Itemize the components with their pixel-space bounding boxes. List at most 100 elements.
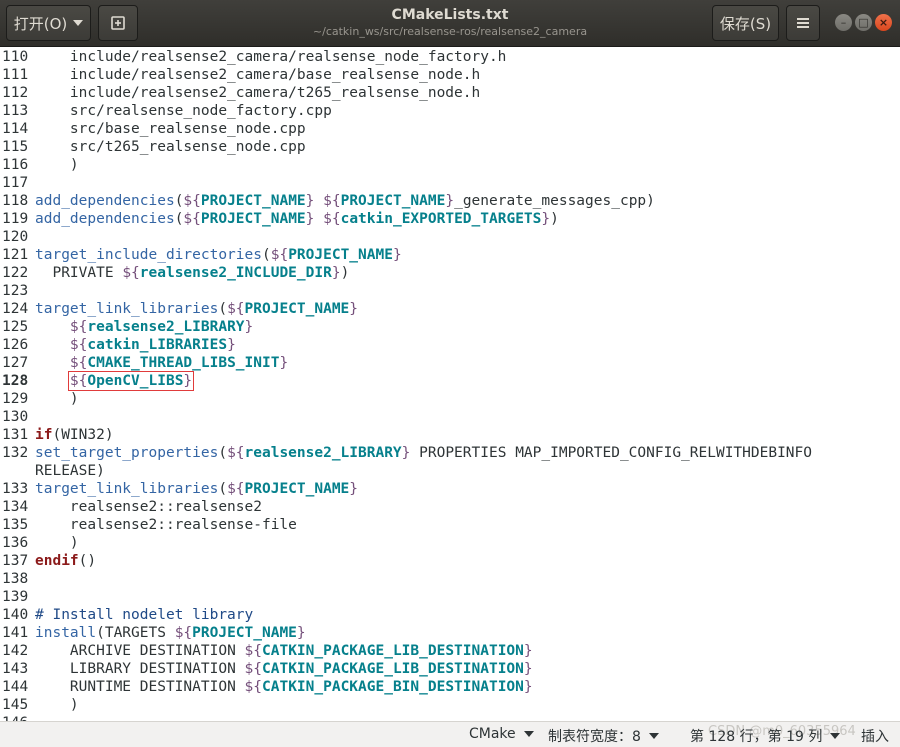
code-line[interactable]: 124 target_link_libraries(${PROJECT_NAME}	[0, 300, 812, 318]
code-line[interactable]: 128 ${OpenCV_LIBS}	[0, 371, 812, 391]
code-line[interactable]: 136 )	[0, 534, 812, 552]
code-line[interactable]: 146	[0, 714, 812, 721]
variable-close: }	[227, 337, 236, 353]
cmake-variable: ${PROJECT_NAME}	[271, 247, 402, 263]
variable-name: PROJECT_NAME	[340, 193, 446, 209]
new-document-button[interactable]	[98, 5, 138, 41]
open-button[interactable]: 打开(O)	[6, 5, 91, 41]
variable-open: ${	[227, 301, 245, 317]
line-number: 145	[2, 697, 29, 713]
language-selector[interactable]: CMake	[469, 726, 534, 742]
variable-close: }	[296, 625, 306, 641]
variable-name: realsense2_INCLUDE_DIR	[139, 265, 332, 281]
code-line[interactable]: 139	[0, 588, 812, 606]
code-line[interactable]: 133 target_link_libraries(${PROJECT_NAME}	[0, 480, 812, 498]
line-number: 133	[2, 481, 29, 497]
code-line[interactable]: 112 include/realsense2_camera/t265_reals…	[0, 84, 812, 102]
line-number: 113	[2, 103, 29, 119]
open-button-label: 打开(O)	[13, 14, 68, 33]
cmake-variable: ${CATKIN_PACKAGE_BIN_DESTINATION}	[245, 679, 533, 695]
line-number: 119	[2, 211, 29, 227]
code-line[interactable]: 143 LIBRARY DESTINATION ${CATKIN_PACKAGE…	[0, 660, 812, 678]
code-line[interactable]: 140 # Install nodelet library	[0, 606, 812, 624]
cursor-position-selector[interactable]: 第 128 行，第 19 列	[690, 726, 841, 746]
code-line[interactable]: 120	[0, 228, 812, 246]
line-number: 131	[2, 427, 29, 443]
line-number: 127	[2, 355, 29, 371]
menu-button[interactable]	[786, 5, 820, 41]
code-line[interactable]: 121 target_include_directories(${PROJECT_…	[0, 246, 812, 264]
code-line[interactable]: 135 realsense2::realsense-file	[0, 516, 812, 534]
variable-name: PROJECT_NAME	[244, 301, 350, 317]
cmake-command: target_link_libraries	[35, 481, 219, 497]
code-line[interactable]: 111 include/realsense2_camera/base_reals…	[0, 66, 812, 84]
close-icon[interactable]: ×	[875, 14, 892, 31]
code-token: include/realsense2_camera/realsense_node…	[69, 49, 507, 65]
line-number: 115	[2, 139, 29, 155]
code-line[interactable]: 125 ${realsense2_LIBRARY}	[0, 318, 812, 336]
variable-open: ${	[323, 211, 341, 227]
code-line[interactable]: 142 ARCHIVE DESTINATION ${CATKIN_PACKAGE…	[0, 642, 812, 660]
tab-width-selector[interactable]: 制表符宽度：8	[548, 726, 659, 746]
code-token: src/realsense_node_factory.cpp	[69, 103, 332, 119]
maximize-icon[interactable]: □	[855, 14, 872, 31]
variable-name: catkin_LIBRARIES	[87, 337, 228, 353]
code-token: )	[340, 265, 350, 281]
code-line[interactable]: 129 )	[0, 390, 812, 408]
code-line[interactable]: 115 src/t265_realsense_node.cpp	[0, 138, 812, 156]
line-number: 146	[0, 714, 35, 721]
code-lines: 110 include/realsense2_camera/realsense_…	[0, 48, 812, 721]
code-line[interactable]: 113 src/realsense_node_factory.cpp	[0, 102, 812, 120]
code-line[interactable]: 122 PRIVATE ${realsense2_INCLUDE_DIR})	[0, 264, 812, 282]
chevron-down-icon	[830, 733, 841, 739]
save-button[interactable]: 保存(S)	[712, 5, 779, 41]
code-line[interactable]: 127 ${CMAKE_THREAD_LIBS_INIT}	[0, 354, 812, 372]
code-editor[interactable]: 110 include/realsense2_camera/realsense_…	[0, 47, 900, 721]
code-line[interactable]: 130	[0, 408, 812, 426]
code-line[interactable]: 141 install(TARGETS ${PROJECT_NAME}	[0, 624, 812, 642]
line-number: 116	[2, 157, 29, 173]
code-line[interactable]: 110 include/realsense2_camera/realsense_…	[0, 48, 812, 66]
variable-name: PROJECT_NAME	[244, 481, 350, 497]
code-line[interactable]: 134 realsense2::realsense2	[0, 498, 812, 516]
cursor-position-label: 第 128 行，第 19 列	[690, 729, 823, 745]
cmake-variable: ${realsense2_INCLUDE_DIR}	[122, 265, 340, 281]
variable-name: PROJECT_NAME	[200, 211, 306, 227]
code-line[interactable]: 126 ${catkin_LIBRARIES}	[0, 336, 812, 354]
line-number: 110	[2, 49, 29, 65]
variable-open: ${	[183, 211, 201, 227]
line-number: 132	[2, 445, 29, 461]
variable-name: PROJECT_NAME	[200, 193, 306, 209]
variable-name: realsense2_LIBRARY	[87, 319, 245, 335]
code-line[interactable]: 145 )	[0, 696, 812, 714]
code-line[interactable]: 131 if(WIN32)	[0, 426, 812, 444]
code-token: _generate_messages_cpp	[454, 193, 647, 209]
code-line[interactable]: 137 endif()	[0, 552, 812, 570]
code-line[interactable]: 144 RUNTIME DESTINATION ${CATKIN_PACKAGE…	[0, 678, 812, 696]
line-number: 126	[2, 337, 29, 353]
line-number: 138	[2, 571, 29, 587]
code-line[interactable]: 119 add_dependencies(${PROJECT_NAME} ${ca…	[0, 210, 812, 228]
code-line[interactable]: RELEASE)	[0, 462, 812, 480]
variable-close: }	[523, 679, 533, 695]
variable-open: ${	[69, 337, 88, 353]
code-line[interactable]: 123	[0, 282, 812, 300]
code-token: (	[96, 625, 105, 641]
minimize-icon[interactable]: –	[835, 14, 852, 31]
code-line[interactable]: 132 set_target_properties(${realsense2_LI…	[0, 444, 812, 462]
code-token: src/t265_realsense_node.cpp	[69, 139, 306, 155]
code-line[interactable]: 118 add_dependencies(${PROJECT_NAME} ${PR…	[0, 192, 812, 210]
cmake-variable: ${realsense2_LIBRARY}	[227, 445, 410, 461]
code-line[interactable]: 138	[0, 570, 812, 588]
code-line[interactable]: 114 src/base_realsense_node.cpp	[0, 120, 812, 138]
line-number: 140	[2, 607, 29, 623]
code-line[interactable]: 116 )	[0, 156, 812, 174]
code-line[interactable]: 117	[0, 174, 812, 192]
